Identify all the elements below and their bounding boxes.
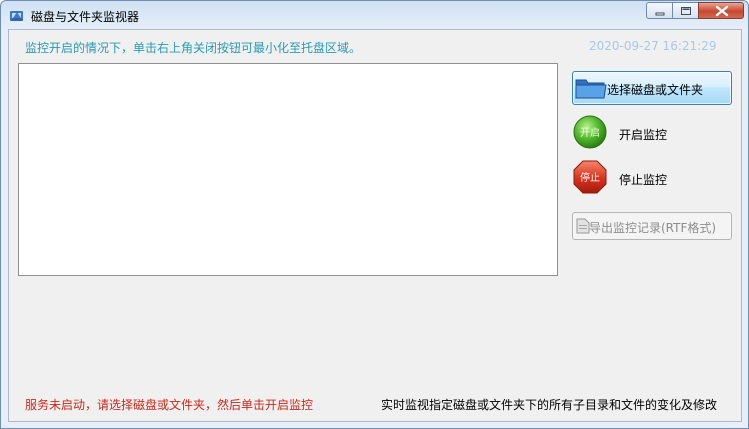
start-monitor-button[interactable]: 开启 <box>572 114 608 150</box>
stop-monitor-label[interactable]: 停止监控 <box>619 171 667 188</box>
app-icon <box>9 8 25 22</box>
svg-text:开启: 开启 <box>580 126 600 139</box>
svg-text:停止: 停止 <box>580 171 600 184</box>
export-log-rtf-button[interactable]: 导出监控记录(RTF格式) <box>572 212 732 240</box>
window-title: 磁盘与文件夹监视器 <box>31 10 140 24</box>
stop-monitor-button[interactable]: 停止 <box>572 159 608 195</box>
select-button-label: 选择磁盘或文件夹 <box>607 83 704 97</box>
datetime-display: 2020-09-27 16:21:29 <box>589 39 717 53</box>
minimize-button[interactable] <box>646 2 672 19</box>
select-disk-or-folder-button[interactable]: 选择磁盘或文件夹 <box>572 71 732 105</box>
start-icon: 开启 <box>573 115 607 149</box>
start-monitor-label[interactable]: 开启监控 <box>619 126 667 143</box>
minimize-hint: 监控开启的情况下，单击右上角关闭按钮可最小化至托盘区域。 <box>25 41 362 55</box>
client-area: 监控开启的情况下，单击右上角关闭按钮可最小化至托盘区域。 2020-09-27 … <box>8 29 742 422</box>
maximize-button[interactable] <box>672 2 698 19</box>
title-bar[interactable]: 磁盘与文件夹监视器 <box>1 1 748 29</box>
document-icon <box>576 218 590 234</box>
maximize-icon <box>681 7 691 15</box>
window-controls <box>646 2 744 20</box>
folder-icon <box>575 76 607 100</box>
stop-icon: 停止 <box>573 160 607 194</box>
app-description: 实时监视指定磁盘或文件夹下的所有子目录和文件的变化及修改 <box>381 398 718 412</box>
close-button[interactable] <box>698 2 744 19</box>
app-window: 磁盘与文件夹监视器 监控开启的情况下，单击右上角关闭按钮可最小化至托盘区域。 2… <box>0 0 749 429</box>
monitor-log-box[interactable] <box>18 63 558 276</box>
close-icon <box>715 5 729 17</box>
service-status-message: 服务未启动，请选择磁盘或文件夹，然后单击开启监控 <box>25 398 314 412</box>
export-button-label: 导出监控记录(RTF格式) <box>589 221 717 235</box>
minimize-icon <box>655 12 665 16</box>
